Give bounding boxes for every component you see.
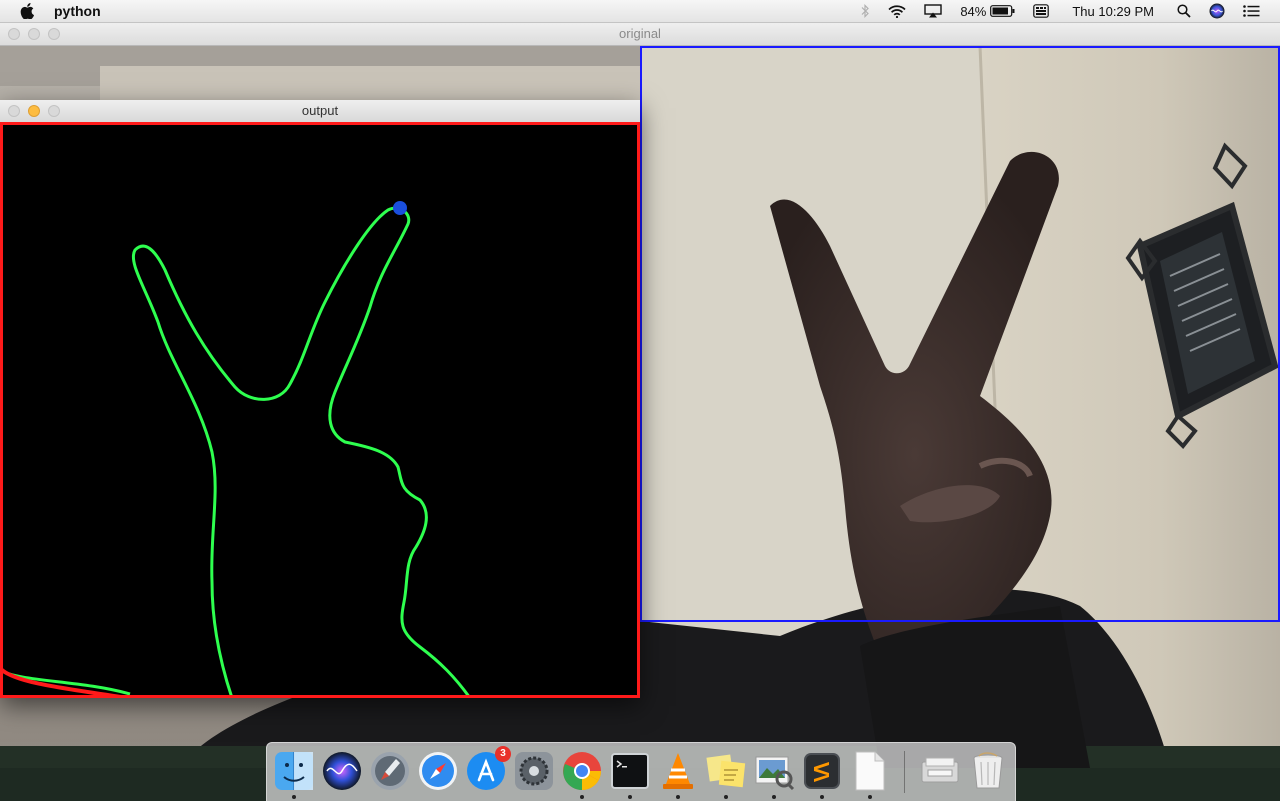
launchpad-icon	[371, 752, 409, 790]
document-icon	[855, 751, 885, 791]
running-indicator	[772, 795, 776, 799]
trash-icon	[973, 752, 1003, 789]
stickies-icon	[706, 754, 746, 788]
dock-app-store[interactable]: 3	[465, 746, 511, 792]
dock-preview[interactable]	[753, 750, 795, 792]
fingertip-marker	[393, 201, 407, 215]
keyboard-input-icon[interactable]	[1024, 0, 1058, 22]
bluetooth-icon[interactable]	[851, 0, 879, 22]
running-indicator	[676, 795, 680, 799]
running-indicator	[868, 795, 872, 799]
output-window[interactable]: output	[0, 100, 640, 698]
running-indicator	[820, 795, 824, 799]
battery-percent: 84%	[960, 3, 987, 19]
dock-python-document[interactable]	[849, 750, 891, 792]
finder-icon	[275, 752, 313, 790]
zoom-button[interactable]	[48, 105, 60, 117]
dock-stickies[interactable]	[705, 750, 747, 792]
siri-icon[interactable]	[1200, 0, 1234, 22]
dock-system-preferences[interactable]	[513, 750, 555, 792]
running-indicator	[292, 795, 296, 799]
dock-sublime-text[interactable]	[801, 750, 843, 792]
wifi-icon[interactable]	[879, 0, 915, 22]
running-indicator	[628, 795, 632, 799]
chrome-icon	[563, 752, 602, 791]
minimize-button[interactable]	[28, 105, 40, 117]
safari-icon	[419, 752, 457, 790]
close-button[interactable]	[8, 105, 20, 117]
airplay-icon[interactable]	[915, 0, 951, 22]
clock[interactable]: Thu 10:29 PM	[1058, 0, 1168, 22]
vlc-icon	[663, 753, 693, 789]
dock-finder[interactable]	[273, 750, 315, 792]
battery-status[interactable]: 84%	[951, 0, 1024, 22]
dock-downloads[interactable]	[919, 750, 961, 792]
siri-icon	[323, 752, 361, 790]
contour-output-canvas	[0, 122, 640, 698]
output-window-titlebar[interactable]: output	[0, 100, 640, 123]
minimize-button[interactable]	[28, 28, 40, 40]
dock: 3	[266, 742, 1016, 801]
close-button[interactable]	[8, 28, 20, 40]
zoom-button[interactable]	[48, 28, 60, 40]
window-controls	[8, 105, 60, 117]
spotlight-search-icon[interactable]	[1168, 0, 1200, 22]
output-window-title: output	[301, 103, 339, 118]
preview-icon	[755, 756, 795, 791]
running-indicator	[724, 795, 728, 799]
app-store-badge: 3	[495, 746, 511, 762]
downloads-folder-icon	[921, 757, 959, 783]
running-indicator	[580, 795, 584, 799]
original-window-title: original	[619, 26, 661, 41]
system-preferences-icon	[515, 752, 553, 790]
window-controls	[8, 28, 60, 40]
menu-bar: python 84% Thu 10:29 PM	[0, 0, 1280, 23]
notification-center-icon[interactable]	[1234, 0, 1280, 22]
region-of-interest-box	[640, 46, 1280, 622]
dock-launchpad[interactable]	[369, 750, 411, 792]
original-window-titlebar[interactable]: original	[0, 23, 1280, 46]
dock-chrome[interactable]	[561, 750, 603, 792]
battery-icon	[990, 5, 1015, 17]
dock-terminal[interactable]	[609, 750, 651, 792]
dock-trash[interactable]	[967, 750, 1009, 792]
terminal-icon	[611, 753, 649, 789]
dock-siri[interactable]	[321, 750, 363, 792]
dock-safari[interactable]	[417, 750, 459, 792]
sublime-text-icon	[804, 753, 840, 789]
apple-icon[interactable]	[20, 3, 34, 19]
app-name-menu[interactable]: python	[54, 3, 101, 19]
dock-vlc[interactable]	[657, 750, 699, 792]
dock-separator	[904, 751, 905, 793]
